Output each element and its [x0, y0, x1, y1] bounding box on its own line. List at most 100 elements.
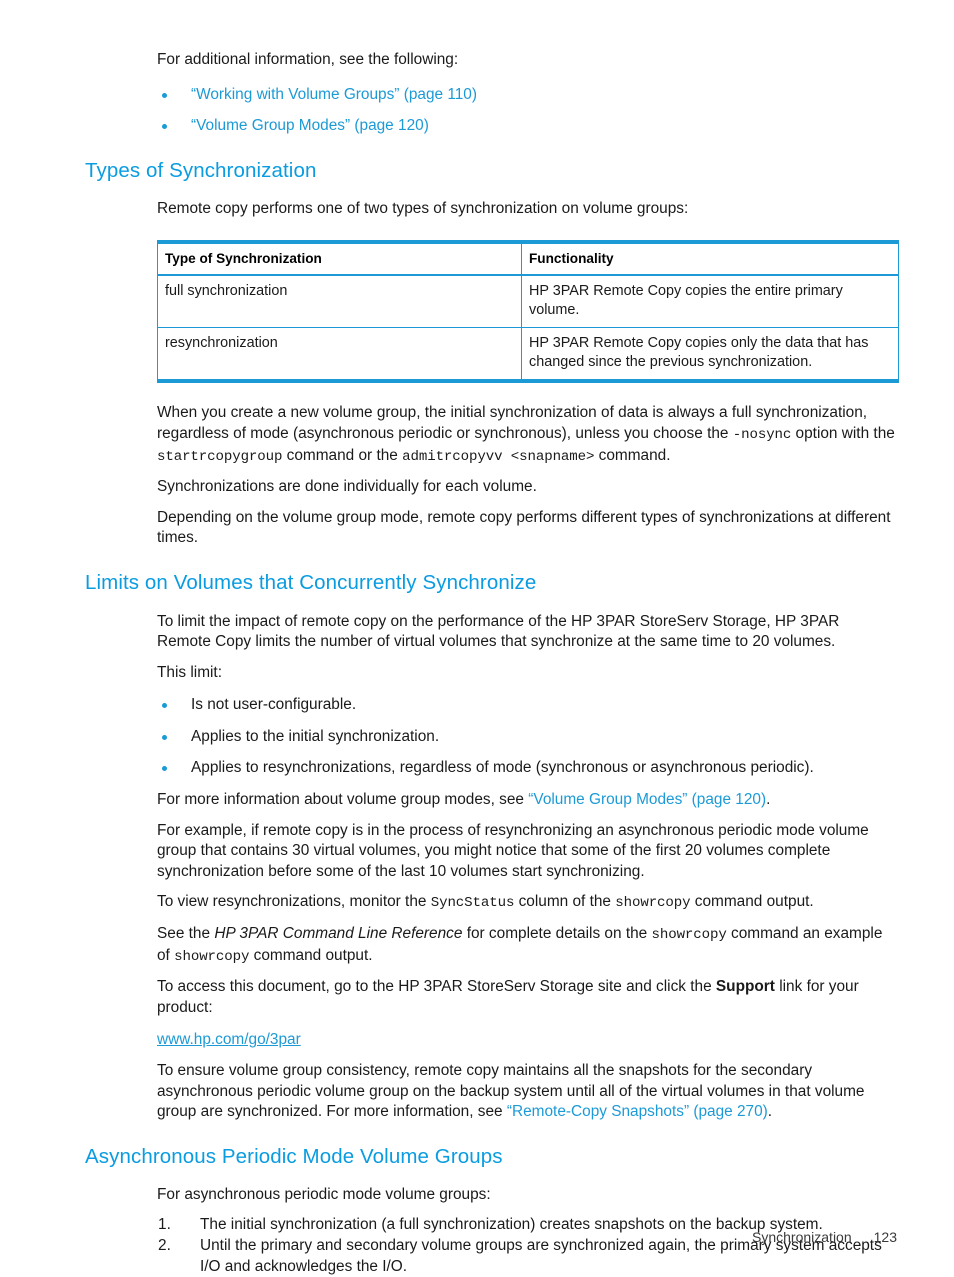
- ensure-consistency-paragraph-wrapper: To ensure volume group consistency, remo…: [157, 1061, 897, 1123]
- table-header-type: Type of Synchronization: [157, 239, 522, 276]
- view-resync-paragraph: To view resynchronizations, monitor the …: [157, 892, 897, 914]
- access-document-paragraph-wrapper: To access this document, go to the HP 3P…: [157, 977, 897, 1018]
- table-header-functionality: Functionality: [521, 239, 899, 276]
- xref-working-with-volume-groups[interactable]: “Working with Volume Groups” (page 110): [191, 86, 477, 103]
- moreinfo-paragraph-wrapper: For more information about volume group …: [157, 790, 897, 811]
- xref-remote-copy-snapshots[interactable]: “Remote-Copy Snapshots” (page 270): [507, 1103, 768, 1120]
- individual-paragraph: Synchronizations are done individually f…: [157, 478, 537, 496]
- limit-bullets-wrapper: Is not user-configurable. Applies to the…: [157, 695, 897, 779]
- code-showrcopy: showrcopy: [651, 927, 727, 944]
- async-steps-wrapper: The initial synchronization (a full sync…: [157, 1214, 897, 1277]
- heading-limits-on-volumes: Limits on Volumes that Concurrently Sync…: [85, 570, 537, 594]
- example-paragraph: For example, if remote copy is in the pr…: [157, 821, 869, 880]
- code-showrcopy: showrcopy: [174, 948, 250, 965]
- moreinfo-text-part-1: For more information about volume group …: [157, 791, 529, 809]
- heading-types-of-synchronization: Types of Synchronization: [85, 158, 317, 182]
- code-nosync: -nosync: [732, 426, 792, 443]
- view-text-part-2: column of the: [514, 893, 616, 911]
- see-text-part-2: for complete details on the: [462, 925, 652, 943]
- xref-volume-group-modes[interactable]: “Volume Group Modes” (page 120): [191, 117, 429, 134]
- moreinfo-text-part-2: .: [766, 791, 771, 809]
- synchronization-types-table: Type of Synchronization Functionality fu…: [157, 239, 899, 384]
- async-heading-wrapper: Asynchronous Periodic Mode Volume Groups: [85, 1145, 954, 1170]
- limit-paragraph: To limit the impact of remote copy on th…: [157, 612, 840, 651]
- document-page: For additional information, see the foll…: [0, 0, 954, 1275]
- url-wrapper: www.hp.com/go/3par: [157, 1030, 897, 1051]
- list-item[interactable]: “Working with Volume Groups” (page 110): [157, 85, 897, 106]
- nosync-paragraph: When you create a new volume group, the …: [157, 403, 897, 467]
- view-resync-paragraph-wrapper: To view resynchronizations, monitor the …: [157, 892, 897, 914]
- table-cell-functionality: HP 3PAR Remote Copy copies only the data…: [521, 327, 899, 384]
- page-footer: Synchronization 123: [0, 1229, 897, 1245]
- view-text-part-1: To view resynchronizations, monitor the: [157, 893, 431, 911]
- depending-paragraph-wrapper: Depending on the volume group mode, remo…: [157, 508, 897, 549]
- see-text-part-1: See the: [157, 925, 215, 943]
- intro-block: For additional information, see the foll…: [157, 50, 897, 71]
- table-cell-type: full synchronization: [157, 274, 522, 329]
- italic-cli-reference-title: HP 3PAR Command Line Reference: [214, 925, 463, 943]
- see-reference-paragraph: See the HP 3PAR Command Line Reference f…: [157, 924, 897, 967]
- heading-asynchronous-periodic-mode-volume-groups: Asynchronous Periodic Mode Volume Groups: [85, 1144, 503, 1168]
- nosync-text-part-3: command or the: [282, 446, 403, 464]
- types-intro-wrapper: Remote copy performs one of two types of…: [157, 199, 897, 220]
- top-spacer: [0, 0, 954, 50]
- bold-support-label: Support: [715, 978, 775, 996]
- limit-bullet-list: Is not user-configurable. Applies to the…: [157, 695, 897, 779]
- view-text-part-3: command output.: [690, 893, 814, 911]
- intro-link-list: “Working with Volume Groups” (page 110) …: [157, 85, 897, 137]
- xref-volume-group-modes[interactable]: “Volume Group Modes” (page 120): [528, 791, 766, 808]
- footer-page-number: 123: [873, 1229, 897, 1245]
- nosync-text-part-2: option with the: [791, 424, 895, 442]
- types-intro-text: Remote copy performs one of two types of…: [157, 200, 689, 218]
- code-admitrcopyvv: admitrcopyvv <snapname>: [402, 448, 595, 465]
- nosync-paragraph-wrapper: When you create a new volume group, the …: [157, 403, 897, 467]
- ensure-text-part-2: .: [767, 1103, 773, 1121]
- this-limit-lead: This limit:: [157, 663, 222, 681]
- limit-bullet-text: Applies to the initial synchronization.: [191, 727, 440, 745]
- intro-link-list-wrapper: “Working with Volume Groups” (page 110) …: [157, 85, 897, 137]
- ensure-consistency-paragraph: To ensure volume group consistency, remo…: [157, 1061, 897, 1123]
- access-document-paragraph: To access this document, go to the HP 3P…: [157, 977, 897, 1018]
- this-limit-wrapper: This limit:: [157, 663, 897, 684]
- see-text-part-4: command output.: [249, 946, 373, 964]
- url-paragraph: www.hp.com/go/3par: [157, 1030, 897, 1051]
- async-numbered-list: The initial synchronization (a full sync…: [157, 1214, 897, 1277]
- types-of-synchronization-heading-wrapper: Types of Synchronization: [85, 159, 954, 184]
- limit-bullet-text: Applies to resynchronizations, regardles…: [191, 759, 814, 777]
- list-item: Applies to the initial synchronization.: [157, 727, 897, 748]
- table-cell-functionality: HP 3PAR Remote Copy copies the entire pr…: [521, 274, 899, 329]
- code-showrcopy: showrcopy: [615, 895, 691, 912]
- nosync-text-part-4: command.: [594, 446, 671, 464]
- link-hp-go-3par[interactable]: www.hp.com/go/3par: [157, 1031, 301, 1048]
- async-lead-wrapper: For asynchronous periodic mode volume gr…: [157, 1185, 897, 1206]
- code-startrcopygroup: startrcopygroup: [157, 448, 283, 465]
- list-item[interactable]: “Volume Group Modes” (page 120): [157, 116, 897, 137]
- limits-heading-wrapper: Limits on Volumes that Concurrently Sync…: [85, 571, 954, 596]
- see-reference-paragraph-wrapper: See the HP 3PAR Command Line Reference f…: [157, 924, 897, 967]
- table-cell-type: resynchronization: [157, 327, 522, 384]
- footer-section-name: Synchronization: [752, 1229, 852, 1245]
- table-header-row: Type of Synchronization Functionality: [157, 239, 899, 276]
- individual-paragraph-wrapper: Synchronizations are done individually f…: [157, 477, 897, 498]
- intro-lead-text: For additional information, see the foll…: [157, 51, 459, 68]
- example-paragraph-wrapper: For example, if remote copy is in the pr…: [157, 821, 897, 883]
